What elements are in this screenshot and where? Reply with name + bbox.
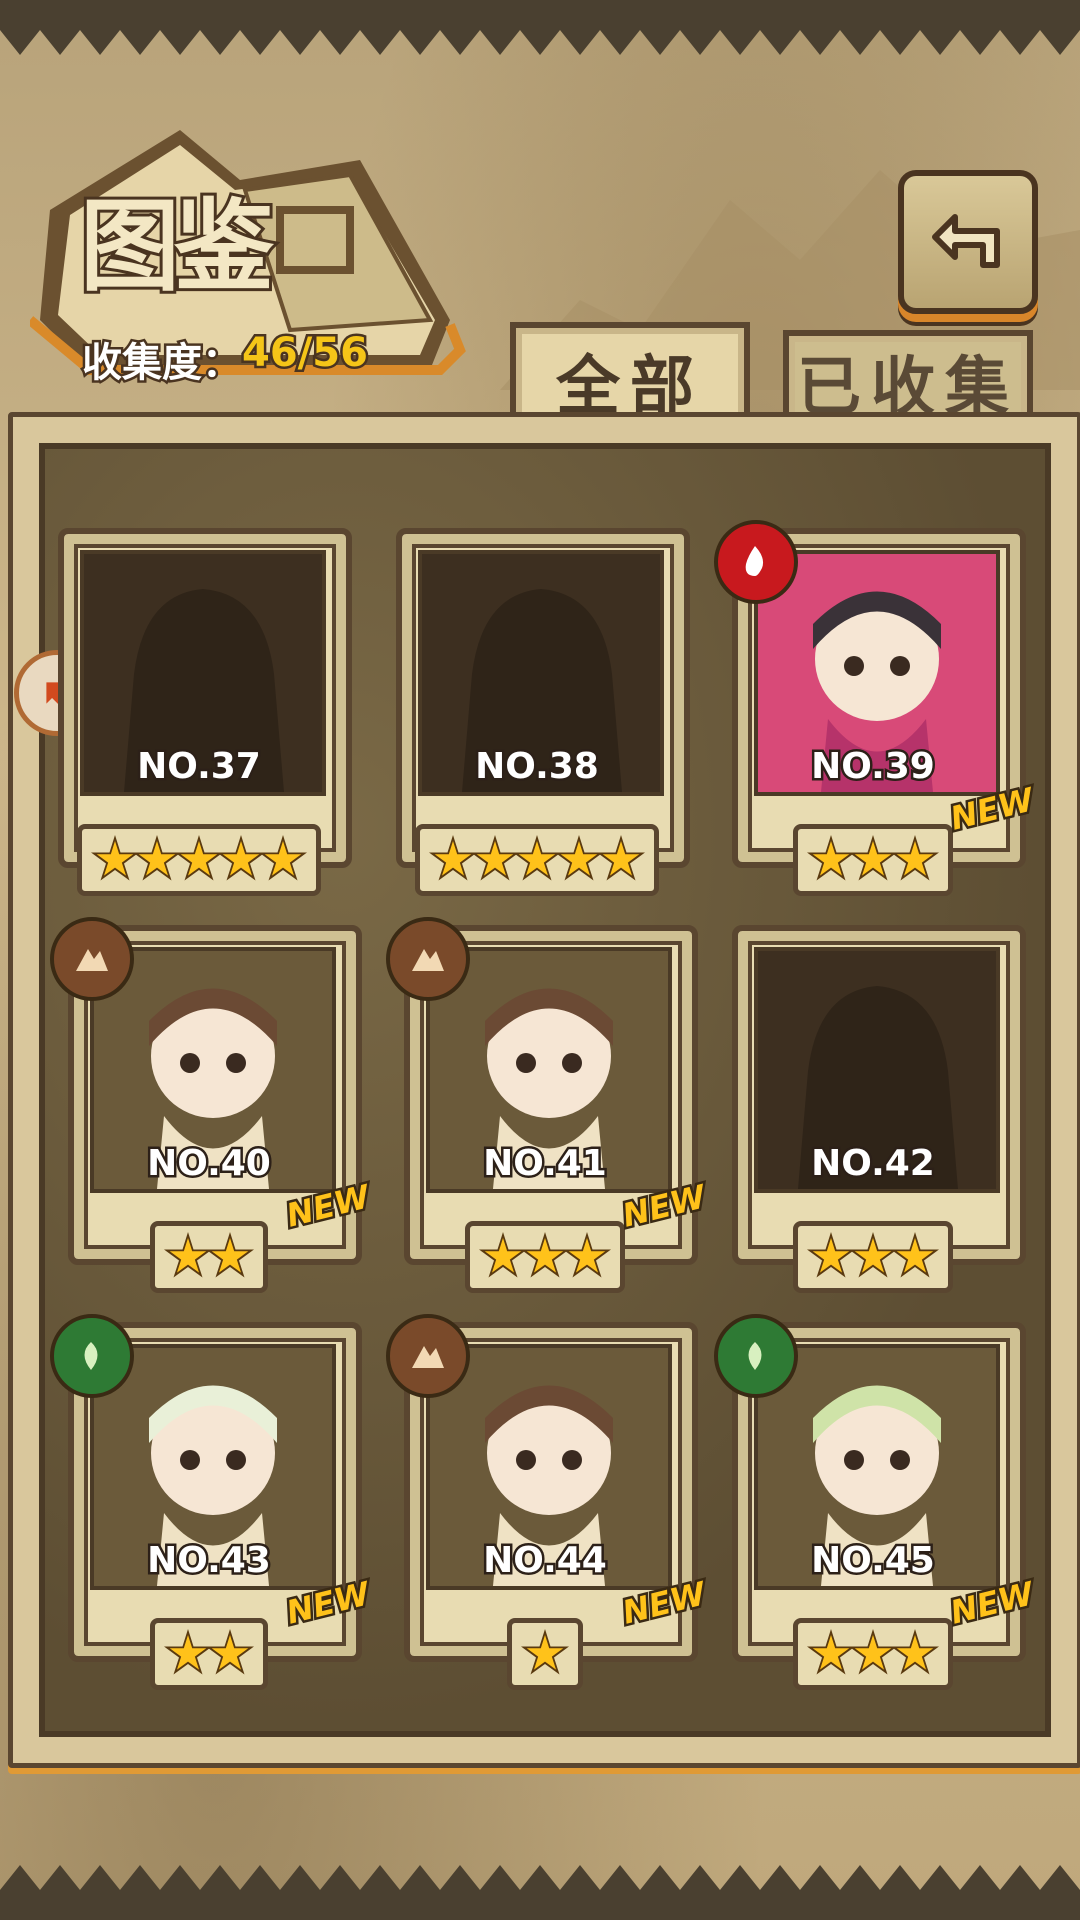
star-icon (852, 1633, 894, 1675)
monster-card[interactable]: NO.40 NEW (50, 917, 376, 1293)
card-number: NO.43 (145, 1538, 274, 1584)
monster-card[interactable]: NO.43 NEW (50, 1314, 376, 1690)
star-icon (810, 1633, 852, 1675)
star-rating (465, 1221, 625, 1293)
star-icon (894, 1633, 936, 1675)
card-number: NO.40 (145, 1141, 274, 1187)
star-icon (810, 1236, 852, 1278)
card-number: NO.45 (809, 1538, 938, 1584)
star-icon (167, 1236, 209, 1278)
star-rating (507, 1618, 583, 1690)
collection-label: 收集度： (80, 338, 245, 389)
monster-card[interactable]: NO.41 NEW (386, 917, 712, 1293)
card-number: NO.38 (473, 744, 602, 790)
earth-element-icon (386, 1314, 470, 1398)
star-icon (178, 839, 220, 881)
star-icon (209, 1633, 251, 1675)
top-zigzag-border (0, 0, 1080, 55)
star-icon (852, 1236, 894, 1278)
star-icon (524, 1236, 566, 1278)
star-icon (262, 839, 304, 881)
star-icon (600, 839, 642, 881)
collection-value: 46/56 (240, 328, 371, 379)
star-icon (894, 839, 936, 881)
star-rating (793, 1221, 953, 1293)
monster-card[interactable]: NO.45 NEW (714, 1314, 1040, 1690)
star-icon (136, 839, 178, 881)
star-icon (432, 839, 474, 881)
star-rating (77, 824, 321, 896)
star-icon (524, 1633, 566, 1675)
star-rating (793, 824, 953, 896)
monster-card[interactable]: NO.38 (386, 528, 690, 896)
back-button[interactable] (898, 170, 1038, 314)
earth-element-icon (386, 917, 470, 1001)
fire-element-icon (714, 520, 798, 604)
star-icon (894, 1236, 936, 1278)
back-arrow-icon (932, 214, 1000, 268)
star-icon (94, 839, 136, 881)
earth-element-icon (50, 917, 134, 1001)
card-number: NO.41 (481, 1141, 610, 1187)
star-rating (150, 1618, 268, 1690)
star-icon (810, 839, 852, 881)
card-number: NO.42 (809, 1141, 938, 1187)
star-icon (482, 1236, 524, 1278)
bottom-zigzag-border (0, 1865, 1080, 1920)
star-icon (852, 839, 894, 881)
leaf-element-icon (714, 1314, 798, 1398)
page-title: 图鉴 (77, 184, 277, 308)
star-icon (474, 839, 516, 881)
monster-card[interactable]: NO.44 NEW (386, 1314, 712, 1690)
star-icon (220, 839, 262, 881)
card-number: NO.44 (481, 1538, 610, 1584)
leaf-element-icon (50, 1314, 134, 1398)
star-icon (209, 1236, 251, 1278)
star-rating (150, 1221, 268, 1293)
star-rating (415, 824, 659, 896)
star-icon (167, 1633, 209, 1675)
monster-card[interactable]: NO.37 (48, 528, 352, 896)
star-icon (566, 1236, 608, 1278)
monster-card[interactable]: NO.42 (722, 925, 1026, 1293)
star-icon (558, 839, 600, 881)
card-number: NO.37 (135, 744, 264, 790)
card-number: NO.39 (809, 744, 938, 790)
monster-card[interactable]: NO.39 NEW (714, 520, 1040, 896)
star-icon (516, 839, 558, 881)
star-rating (793, 1618, 953, 1690)
